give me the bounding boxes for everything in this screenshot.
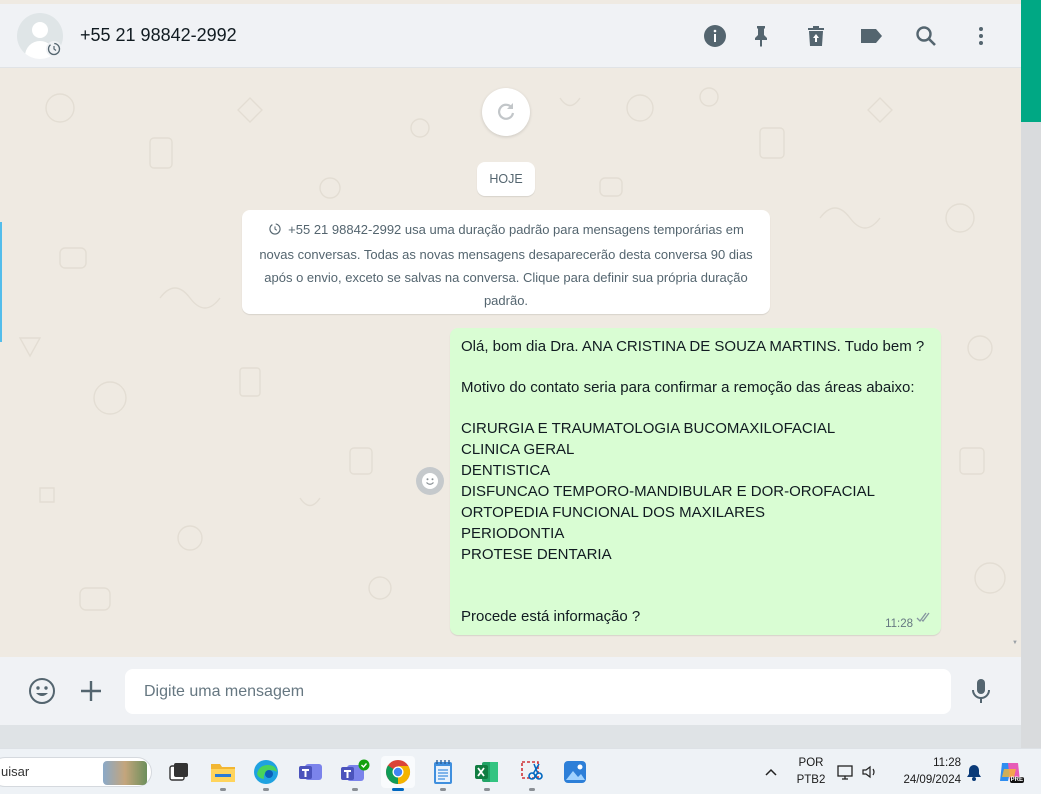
running-indicator [484, 788, 490, 791]
message-line: DISFUNCAO TEMPORO-MANDIBULAR E DOR-OROFA… [461, 483, 875, 500]
microphone-icon[interactable] [965, 675, 997, 707]
system-message-line-1: +55 21 98842-2992 usa uma duração padrão… [254, 218, 758, 243]
message-time: 11:28 [885, 618, 913, 630]
clock-date[interactable]: 24/09/2024 [885, 774, 961, 786]
timer-icon [268, 220, 282, 243]
outgoing-message[interactable]: Olá, bom dia Dra. ANA CRISTINA DE SOUZA … [450, 328, 941, 635]
photos-icon[interactable] [558, 756, 592, 788]
message-line: Procede está informação ? [461, 608, 641, 625]
clock-time[interactable]: 11:28 [895, 757, 961, 769]
smiley-icon [422, 473, 438, 489]
show-hidden-icons-chevron-icon[interactable] [754, 756, 788, 788]
message-input[interactable] [125, 669, 951, 714]
running-indicator [440, 788, 446, 791]
search-icon[interactable] [912, 22, 940, 50]
excel-icon[interactable] [470, 756, 504, 791]
windows-taskbar: uisar POR PTB2 11:28 24/09/2024 PRE [0, 748, 1041, 794]
teams-icon[interactable] [294, 756, 328, 788]
taskbar-search-box[interactable]: uisar [0, 757, 152, 787]
running-indicator [220, 788, 226, 791]
copilot-badge: PRE [1009, 777, 1024, 783]
read-receipt-icon [916, 610, 932, 628]
background-window-edge [1021, 0, 1041, 122]
input-language-top[interactable]: POR [795, 757, 827, 769]
chrome-icon[interactable] [381, 756, 415, 791]
whatsapp-conversation: +55 21 98842-2992 HOJE +55 21 98842-2992… [0, 0, 1021, 725]
message-line: ORTOPEDIA FUNCIONAL DOS MAXILARES [461, 504, 765, 521]
attach-plus-icon[interactable] [75, 675, 107, 707]
message-line: Olá, bom dia Dra. ANA CRISTINA DE SOUZA … [461, 338, 925, 355]
message-line: PERIODONTIA [461, 525, 565, 542]
network-icon[interactable] [834, 756, 858, 788]
system-message-line-3: após o envio, exceto se salvas na conver… [264, 270, 748, 285]
message-line: DENTISTICA [461, 462, 551, 479]
system-message-line-2: novas conversas. Todas as novas mensagen… [259, 247, 753, 262]
info-icon[interactable] [701, 22, 729, 50]
refresh-icon [498, 103, 515, 120]
search-highlight-image [103, 761, 147, 785]
disappearing-timer-icon [46, 41, 62, 57]
copilot-icon[interactable]: PRE [994, 756, 1026, 788]
scroll-down-arrow[interactable]: ▼ [1012, 640, 1018, 646]
label-icon[interactable] [857, 22, 885, 50]
load-older-messages-button[interactable] [482, 88, 530, 136]
taskbar-search-text: uisar [1, 764, 30, 779]
message-line: Motivo do contato seria para confirmar a… [461, 379, 915, 396]
notification-bell-icon[interactable] [962, 756, 986, 788]
running-indicator [529, 788, 535, 791]
volume-icon[interactable] [858, 756, 882, 788]
message-line: CLINICA GERAL [461, 441, 575, 458]
running-indicator [352, 788, 358, 791]
input-language-bottom[interactable]: PTB2 [795, 774, 827, 786]
emoji-icon[interactable] [26, 675, 58, 707]
notepad-icon[interactable] [426, 756, 460, 791]
pin-icon[interactable] [747, 22, 775, 50]
avatar-head [32, 22, 48, 38]
snipping-tool-icon[interactable] [515, 756, 549, 791]
more-vertical-icon[interactable] [967, 22, 995, 50]
react-emoji-button[interactable] [416, 467, 444, 495]
running-indicator [392, 788, 404, 791]
message-list[interactable]: HOJE +55 21 98842-2992 usa uma duração p… [0, 68, 1021, 657]
file-explorer-icon[interactable] [206, 756, 240, 791]
conversation-header: +55 21 98842-2992 [0, 4, 1021, 68]
task-view-icon[interactable] [162, 756, 196, 788]
disappearing-messages-notice[interactable]: +55 21 98842-2992 usa uma duração padrão… [242, 210, 770, 314]
message-line: PROTESE DENTARIA [461, 546, 612, 563]
edge-browser-icon[interactable] [249, 756, 283, 791]
contact-name[interactable]: +55 21 98842-2992 [80, 25, 237, 46]
message-line: CIRURGIA E TRAUMATOLOGIA BUCOMAXILOFACIA… [461, 420, 836, 437]
background-window-edge-blue [0, 222, 2, 342]
message-composer [0, 657, 1021, 725]
running-indicator [263, 788, 269, 791]
date-divider: HOJE [477, 162, 535, 196]
background-window-edge-gray [1021, 122, 1041, 748]
teams-work-icon[interactable] [338, 756, 372, 791]
delete-icon[interactable] [802, 22, 830, 50]
system-message-line-4: padrão. [483, 293, 529, 308]
